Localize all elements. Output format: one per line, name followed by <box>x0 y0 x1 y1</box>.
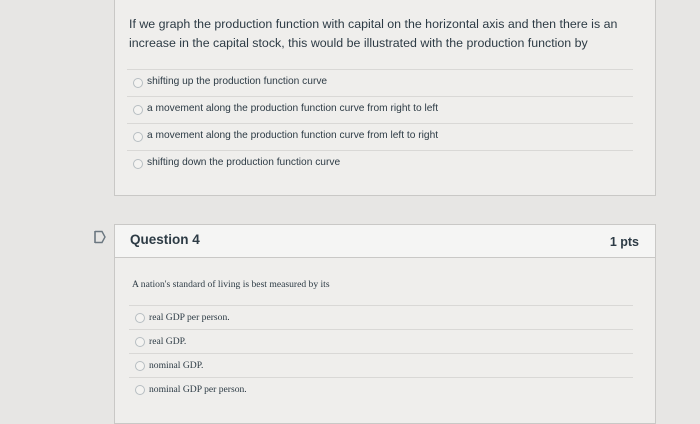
answer-option[interactable]: a movement along the production function… <box>127 96 633 123</box>
answer-label: a movement along the production function… <box>147 103 439 114</box>
radio-button[interactable] <box>135 361 145 371</box>
answer-label: a movement along the production function… <box>147 130 439 141</box>
flag-icon[interactable] <box>92 229 108 245</box>
answer-option[interactable]: a movement along the production function… <box>127 123 633 150</box>
question-title: Question 4 <box>130 232 200 247</box>
answer-label: shifting up the production function curv… <box>147 76 328 87</box>
question-points: 1 pts <box>609 235 639 249</box>
answer-option[interactable]: shifting down the production function cu… <box>127 150 633 177</box>
radio-button[interactable] <box>133 105 143 115</box>
answer-option[interactable]: nominal GDP. <box>129 353 633 377</box>
question-3-answers: shifting up the production function curv… <box>115 69 655 177</box>
answer-label: real GDP per person. <box>149 312 230 323</box>
answer-label: nominal GDP per person. <box>149 384 247 395</box>
radio-button[interactable] <box>135 385 145 395</box>
question-4-answers: real GDP per person. real GDP. nominal G… <box>115 305 655 401</box>
radio-button[interactable] <box>133 78 143 88</box>
question-header: Question 4 1 pts <box>115 225 655 258</box>
question-4-text: A nation's standard of living is best me… <box>132 279 330 290</box>
answer-option[interactable]: real GDP. <box>129 329 633 353</box>
question-4-card: Question 4 1 pts A nation's standard of … <box>114 224 656 424</box>
radio-button[interactable] <box>135 313 145 323</box>
question-3-card: If we graph the production function with… <box>114 0 656 196</box>
radio-button[interactable] <box>135 337 145 347</box>
radio-button[interactable] <box>133 132 143 142</box>
answer-option[interactable]: nominal GDP per person. <box>129 377 633 401</box>
answer-label: shifting down the production function cu… <box>147 157 341 168</box>
answer-option[interactable]: shifting up the production function curv… <box>127 69 633 96</box>
answer-option[interactable]: real GDP per person. <box>129 305 633 329</box>
answer-label: real GDP. <box>149 336 187 347</box>
radio-button[interactable] <box>133 159 143 169</box>
question-3-text: If we graph the production function with… <box>129 17 618 50</box>
answer-label: nominal GDP. <box>149 360 204 371</box>
